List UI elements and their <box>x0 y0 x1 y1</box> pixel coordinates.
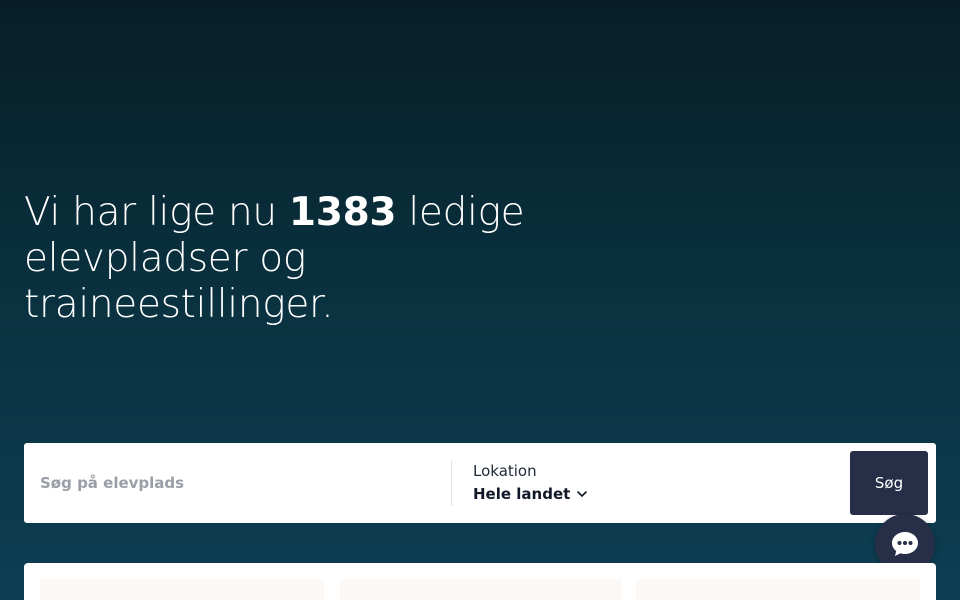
results-panel <box>24 563 936 600</box>
vacancy-count: 1383 <box>288 190 397 235</box>
hero-prefix: Vi har lige nu <box>24 190 289 235</box>
hero-heading: Vi har lige nu 1383 ledige elevpladser o… <box>24 190 624 328</box>
search-bar: Lokation Hele landet Søg <box>24 443 936 523</box>
result-card[interactable] <box>340 579 622 600</box>
result-card[interactable] <box>40 579 324 600</box>
location-dropdown[interactable]: Lokation Hele landet <box>473 461 773 507</box>
location-value-row: Hele landet <box>473 484 773 504</box>
result-card[interactable] <box>636 579 920 600</box>
location-label: Lokation <box>473 462 537 480</box>
search-button[interactable]: Søg <box>850 451 928 515</box>
search-input[interactable] <box>40 461 440 505</box>
chevron-down-icon <box>577 491 588 497</box>
chat-bubble-icon <box>892 532 918 556</box>
location-value: Hele landet <box>473 485 571 503</box>
search-divider <box>451 460 452 506</box>
